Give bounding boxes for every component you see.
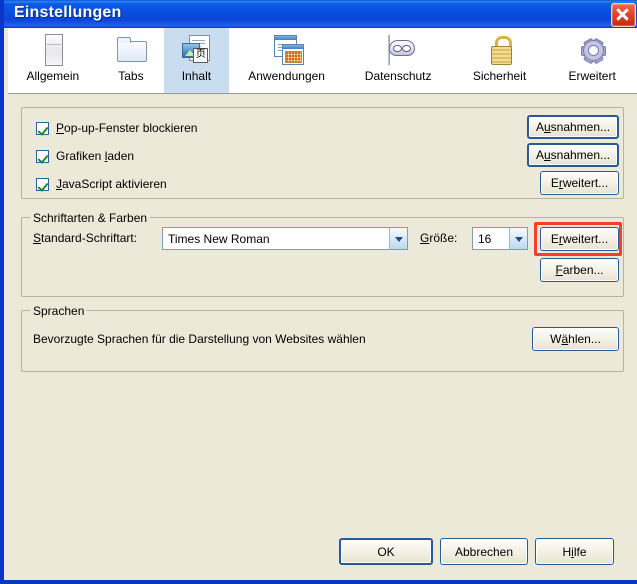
close-icon[interactable] (611, 3, 636, 27)
folder-icon (114, 33, 148, 67)
languages-description: Bevorzugte Sprachen für die Darstellung … (33, 332, 366, 346)
dialog-button-bar: OK Abbrechen Hilfe (8, 530, 637, 580)
applications-icon (270, 33, 304, 67)
load-images-checkbox[interactable] (36, 149, 49, 163)
colors-button[interactable]: Farben... (540, 258, 619, 282)
javascript-row: JavaScript aktivieren (36, 177, 167, 191)
popup-blocker-checkbox[interactable] (36, 121, 49, 135)
tab-label: Allgemein (26, 69, 80, 83)
content-page-icon: 页 (179, 33, 213, 67)
help-button[interactable]: Hilfe (535, 538, 614, 565)
javascript-label[interactable]: JavaScript aktivieren (56, 177, 167, 191)
window-icon (36, 33, 70, 67)
languages-group-legend: Sprachen (30, 304, 88, 318)
font-size-label: Größe: (420, 231, 458, 245)
tab-label: Anwendungen (248, 69, 325, 83)
default-font-value: Times New Roman (168, 231, 270, 246)
tab-strip: Allgemein Tabs 页 Inhalt Anwendungen Date… (8, 28, 637, 94)
tab-label: Tabs (118, 69, 144, 83)
popup-blocker-label[interactable]: Pop-up-Fenster blockieren (56, 121, 197, 135)
cancel-button[interactable]: Abbrechen (440, 538, 528, 565)
fonts-advanced-button[interactable]: Erweitert... (540, 227, 619, 251)
default-font-combobox[interactable]: Times New Roman (162, 227, 408, 250)
languages-group: Sprachen Bevorzugte Sprachen für die Dar… (21, 304, 624, 372)
tab-inhalt[interactable]: 页 Inhalt (164, 28, 229, 93)
window-title: Einstellungen (14, 4, 122, 21)
tab-anwendungen[interactable]: Anwendungen (228, 28, 345, 93)
title-bar: Einstellungen (4, 0, 637, 28)
fonts-group-legend: Schriftarten & Farben (30, 211, 151, 225)
javascript-advanced-button[interactable]: Erweitert... (540, 171, 619, 195)
tab-allgemein[interactable]: Allgemein (8, 28, 98, 93)
tab-label: Inhalt (181, 69, 212, 83)
tab-tabs[interactable]: Tabs (97, 28, 165, 93)
popup-blocker-row: Pop-up-Fenster blockieren (36, 121, 197, 135)
preferences-window: Einstellungen Allgemein Tabs 页 Inhalt An… (0, 0, 637, 584)
mask-icon (381, 33, 416, 67)
load-images-row: Grafiken laden (36, 149, 134, 163)
chevron-down-icon[interactable] (509, 228, 527, 249)
tab-label: Datenschutz (364, 69, 432, 83)
fonts-colors-group: Schriftarten & Farben Standard-Schriftar… (21, 211, 624, 297)
default-font-label: Standard-Schriftart: (33, 231, 138, 245)
images-exceptions-button[interactable]: Ausnahmen... (527, 143, 619, 167)
font-size-combobox[interactable]: 16 (472, 227, 528, 250)
ok-button[interactable]: OK (339, 538, 433, 565)
font-size-value: 16 (478, 231, 492, 246)
load-images-label[interactable]: Grafiken laden (56, 149, 134, 163)
tab-label: Sicherheit (472, 69, 527, 83)
javascript-checkbox[interactable] (36, 177, 49, 191)
content-options-group: Pop-up-Fenster blockieren Grafiken laden… (21, 107, 624, 199)
tab-erweitert[interactable]: Erweitert (547, 28, 637, 93)
gear-icon (575, 33, 609, 67)
tab-sicherheit[interactable]: Sicherheit (451, 28, 548, 93)
tab-datenschutz[interactable]: Datenschutz (344, 28, 452, 93)
choose-languages-button[interactable]: Wählen... (532, 327, 619, 351)
chevron-down-icon[interactable] (389, 228, 407, 249)
content-panel: Pop-up-Fenster blockieren Grafiken laden… (8, 94, 637, 580)
tab-label: Erweitert (568, 69, 616, 83)
popup-exceptions-button[interactable]: Ausnahmen... (527, 115, 619, 139)
lock-icon (483, 33, 517, 67)
